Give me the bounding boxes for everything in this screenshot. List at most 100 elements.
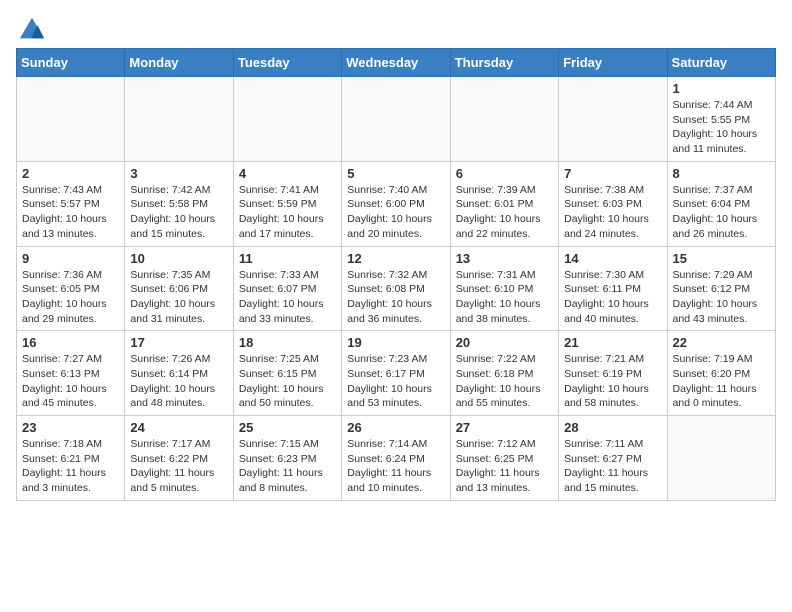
header-tuesday: Tuesday bbox=[233, 49, 341, 77]
calendar-cell: 26 Sunrise: 7:14 AM Sunset: 6:24 PM Dayli… bbox=[342, 416, 450, 501]
day-info: Sunrise: 7:39 AM Sunset: 6:01 PM Dayligh… bbox=[456, 183, 553, 242]
header-friday: Friday bbox=[559, 49, 667, 77]
calendar-header-row: SundayMondayTuesdayWednesdayThursdayFrid… bbox=[17, 49, 776, 77]
calendar-cell bbox=[559, 77, 667, 162]
day-number: 7 bbox=[564, 166, 661, 181]
day-info: Sunrise: 7:30 AM Sunset: 6:11 PM Dayligh… bbox=[564, 268, 661, 327]
calendar-cell: 18 Sunrise: 7:25 AM Sunset: 6:15 PM Dayli… bbox=[233, 331, 341, 416]
calendar-cell: 14 Sunrise: 7:30 AM Sunset: 6:11 PM Dayli… bbox=[559, 246, 667, 331]
day-number: 22 bbox=[673, 335, 770, 350]
calendar-cell: 5 Sunrise: 7:40 AM Sunset: 6:00 PM Daylig… bbox=[342, 161, 450, 246]
calendar-cell: 1 Sunrise: 7:44 AM Sunset: 5:55 PM Daylig… bbox=[667, 77, 775, 162]
header-monday: Monday bbox=[125, 49, 233, 77]
calendar-cell: 9 Sunrise: 7:36 AM Sunset: 6:05 PM Daylig… bbox=[17, 246, 125, 331]
calendar-cell: 13Sunrise: 7:31 AM Sunset: 6:10 PM Dayli… bbox=[450, 246, 558, 331]
day-number: 1 bbox=[673, 81, 770, 96]
calendar-cell: 28 Sunrise: 7:11 AM Sunset: 6:27 PM Dayli… bbox=[559, 416, 667, 501]
calendar-cell: 24Sunrise: 7:17 AM Sunset: 6:22 PM Dayli… bbox=[125, 416, 233, 501]
logo-icon bbox=[18, 16, 46, 44]
day-number: 28 bbox=[564, 420, 661, 435]
calendar-cell: 19 Sunrise: 7:23 AM Sunset: 6:17 PM Dayli… bbox=[342, 331, 450, 416]
calendar-cell: 3 Sunrise: 7:42 AM Sunset: 5:58 PM Daylig… bbox=[125, 161, 233, 246]
calendar-cell: 8 Sunrise: 7:37 AM Sunset: 6:04 PM Daylig… bbox=[667, 161, 775, 246]
day-info: Sunrise: 7:18 AM Sunset: 6:21 PM Dayligh… bbox=[22, 437, 119, 496]
day-info: Sunrise: 7:14 AM Sunset: 6:24 PM Dayligh… bbox=[347, 437, 444, 496]
calendar-cell: 25 Sunrise: 7:15 AM Sunset: 6:23 PM Dayli… bbox=[233, 416, 341, 501]
calendar-cell: 11 Sunrise: 7:33 AM Sunset: 6:07 PM Dayli… bbox=[233, 246, 341, 331]
day-number: 23 bbox=[22, 420, 119, 435]
calendar-cell: 23 Sunrise: 7:18 AM Sunset: 6:21 PM Dayli… bbox=[17, 416, 125, 501]
day-number: 14 bbox=[564, 251, 661, 266]
day-info: Sunrise: 7:26 AM Sunset: 6:14 PM Dayligh… bbox=[130, 352, 227, 411]
calendar-cell: 20 Sunrise: 7:22 AM Sunset: 6:18 PM Dayli… bbox=[450, 331, 558, 416]
day-number: 21 bbox=[564, 335, 661, 350]
calendar-cell bbox=[17, 77, 125, 162]
day-info: Sunrise: 7:15 AM Sunset: 6:23 PM Dayligh… bbox=[239, 437, 336, 496]
day-info: Sunrise: 7:12 AM Sunset: 6:25 PM Dayligh… bbox=[456, 437, 553, 496]
calendar-cell: 16Sunrise: 7:27 AM Sunset: 6:13 PM Dayli… bbox=[17, 331, 125, 416]
day-info: Sunrise: 7:22 AM Sunset: 6:18 PM Dayligh… bbox=[456, 352, 553, 411]
calendar-cell bbox=[450, 77, 558, 162]
calendar-cell: 17 Sunrise: 7:26 AM Sunset: 6:14 PM Dayli… bbox=[125, 331, 233, 416]
day-info: Sunrise: 7:21 AM Sunset: 6:19 PM Dayligh… bbox=[564, 352, 661, 411]
page-header bbox=[16, 16, 776, 40]
calendar-cell bbox=[667, 416, 775, 501]
day-info: Sunrise: 7:23 AM Sunset: 6:17 PM Dayligh… bbox=[347, 352, 444, 411]
header-sunday: Sunday bbox=[17, 49, 125, 77]
day-info: Sunrise: 7:42 AM Sunset: 5:58 PM Dayligh… bbox=[130, 183, 227, 242]
day-info: Sunrise: 7:11 AM Sunset: 6:27 PM Dayligh… bbox=[564, 437, 661, 496]
calendar-week-1: 1 Sunrise: 7:44 AM Sunset: 5:55 PM Daylig… bbox=[17, 77, 776, 162]
day-number: 6 bbox=[456, 166, 553, 181]
day-number: 11 bbox=[239, 251, 336, 266]
calendar-week-4: 16Sunrise: 7:27 AM Sunset: 6:13 PM Dayli… bbox=[17, 331, 776, 416]
calendar-table: SundayMondayTuesdayWednesdayThursdayFrid… bbox=[16, 48, 776, 501]
header-thursday: Thursday bbox=[450, 49, 558, 77]
calendar-cell bbox=[125, 77, 233, 162]
day-number: 27 bbox=[456, 420, 553, 435]
day-number: 10 bbox=[130, 251, 227, 266]
day-info: Sunrise: 7:19 AM Sunset: 6:20 PM Dayligh… bbox=[673, 352, 770, 411]
calendar-cell: 10 Sunrise: 7:35 AM Sunset: 6:06 PM Dayli… bbox=[125, 246, 233, 331]
day-number: 5 bbox=[347, 166, 444, 181]
day-info: Sunrise: 7:29 AM Sunset: 6:12 PM Dayligh… bbox=[673, 268, 770, 327]
calendar-cell bbox=[342, 77, 450, 162]
day-number: 9 bbox=[22, 251, 119, 266]
day-info: Sunrise: 7:40 AM Sunset: 6:00 PM Dayligh… bbox=[347, 183, 444, 242]
calendar-cell: 4Sunrise: 7:41 AM Sunset: 5:59 PM Daylig… bbox=[233, 161, 341, 246]
calendar-cell: 6 Sunrise: 7:39 AM Sunset: 6:01 PM Daylig… bbox=[450, 161, 558, 246]
header-saturday: Saturday bbox=[667, 49, 775, 77]
day-number: 25 bbox=[239, 420, 336, 435]
calendar-cell: 15 Sunrise: 7:29 AM Sunset: 6:12 PM Dayli… bbox=[667, 246, 775, 331]
calendar-cell: 12Sunrise: 7:32 AM Sunset: 6:08 PM Dayli… bbox=[342, 246, 450, 331]
day-info: Sunrise: 7:38 AM Sunset: 6:03 PM Dayligh… bbox=[564, 183, 661, 242]
day-info: Sunrise: 7:37 AM Sunset: 6:04 PM Dayligh… bbox=[673, 183, 770, 242]
calendar-cell bbox=[233, 77, 341, 162]
calendar-cell: 2Sunrise: 7:43 AM Sunset: 5:57 PM Daylig… bbox=[17, 161, 125, 246]
day-info: Sunrise: 7:33 AM Sunset: 6:07 PM Dayligh… bbox=[239, 268, 336, 327]
calendar-cell: 27 Sunrise: 7:12 AM Sunset: 6:25 PM Dayli… bbox=[450, 416, 558, 501]
day-number: 15 bbox=[673, 251, 770, 266]
day-number: 8 bbox=[673, 166, 770, 181]
calendar-week-3: 9 Sunrise: 7:36 AM Sunset: 6:05 PM Daylig… bbox=[17, 246, 776, 331]
calendar-week-2: 2Sunrise: 7:43 AM Sunset: 5:57 PM Daylig… bbox=[17, 161, 776, 246]
day-number: 26 bbox=[347, 420, 444, 435]
day-info: Sunrise: 7:35 AM Sunset: 6:06 PM Dayligh… bbox=[130, 268, 227, 327]
day-number: 12 bbox=[347, 251, 444, 266]
day-number: 20 bbox=[456, 335, 553, 350]
day-number: 19 bbox=[347, 335, 444, 350]
day-info: Sunrise: 7:44 AM Sunset: 5:55 PM Dayligh… bbox=[673, 98, 770, 157]
day-number: 4 bbox=[239, 166, 336, 181]
header-wednesday: Wednesday bbox=[342, 49, 450, 77]
day-number: 18 bbox=[239, 335, 336, 350]
day-info: Sunrise: 7:25 AM Sunset: 6:15 PM Dayligh… bbox=[239, 352, 336, 411]
logo bbox=[16, 16, 46, 40]
day-info: Sunrise: 7:27 AM Sunset: 6:13 PM Dayligh… bbox=[22, 352, 119, 411]
day-info: Sunrise: 7:36 AM Sunset: 6:05 PM Dayligh… bbox=[22, 268, 119, 327]
day-number: 2 bbox=[22, 166, 119, 181]
day-number: 3 bbox=[130, 166, 227, 181]
day-number: 13 bbox=[456, 251, 553, 266]
calendar-cell: 7 Sunrise: 7:38 AM Sunset: 6:03 PM Daylig… bbox=[559, 161, 667, 246]
day-number: 17 bbox=[130, 335, 227, 350]
calendar-cell: 21 Sunrise: 7:21 AM Sunset: 6:19 PM Dayli… bbox=[559, 331, 667, 416]
day-info: Sunrise: 7:17 AM Sunset: 6:22 PM Dayligh… bbox=[130, 437, 227, 496]
